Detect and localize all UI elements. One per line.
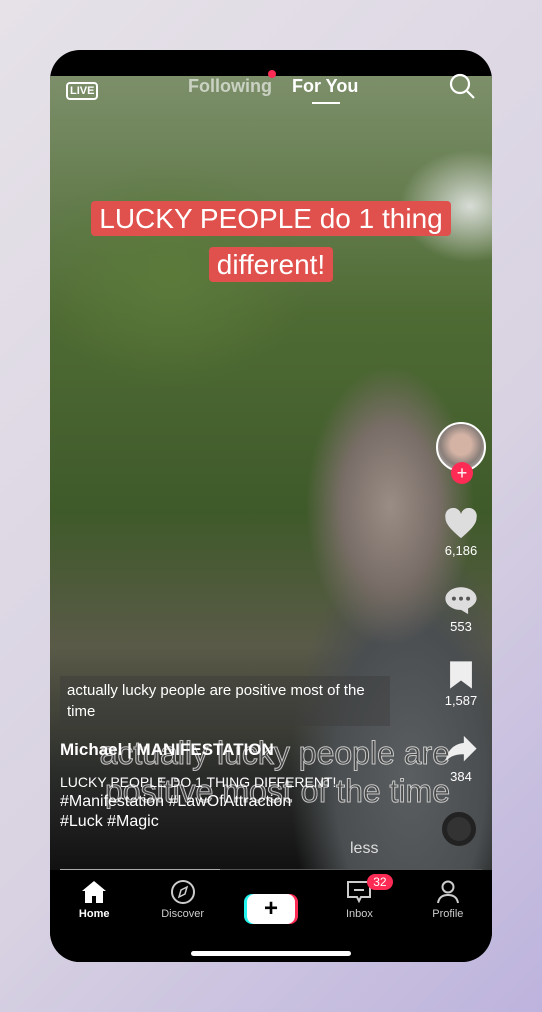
hashtags[interactable]: #Luck #Magic (60, 812, 336, 832)
create-button[interactable]: + (247, 894, 296, 924)
tab-following[interactable]: Following (188, 76, 272, 97)
follow-plus-icon[interactable]: + (451, 462, 473, 484)
compass-icon (170, 880, 195, 904)
nav-create[interactable]: + (227, 870, 315, 962)
like-button[interactable]: 6,186 (436, 507, 486, 558)
top-bar: LIVE Following For You (50, 70, 492, 116)
inbox-badge: 32 (367, 874, 393, 890)
home-indicator[interactable] (191, 951, 351, 956)
heart-icon[interactable] (444, 507, 478, 540)
hashtags[interactable]: #Manifestation #LawOfAttraction (60, 792, 336, 812)
headline-text: LUCKY PEOPLE do 1 thing different! (50, 196, 492, 288)
comment-icon[interactable] (444, 584, 478, 616)
nav-inbox[interactable]: 32 Inbox (315, 870, 403, 962)
save-count: 1,587 (444, 693, 478, 708)
profile-icon (436, 880, 459, 904)
video-description: LUCKY PEOPLE DO 1 THING DIFFERENT! #Mani… (60, 774, 337, 832)
nav-profile[interactable]: Profile (404, 870, 492, 962)
search-icon[interactable] (448, 72, 476, 100)
save-button[interactable]: 1,587 (436, 660, 486, 708)
nav-home[interactable]: Home (50, 870, 138, 962)
comment-button[interactable]: 553 (436, 584, 486, 634)
bottom-nav: Home Discover + 32 Inbox Profile (50, 870, 492, 962)
caption-box: actually lucky people are positive most … (60, 676, 390, 726)
live-button[interactable]: LIVE (66, 82, 99, 100)
active-tab-indicator (312, 102, 340, 104)
author-name[interactable]: Michael | MANIFESTATION (60, 740, 274, 760)
phone-screen: LIVE Following For You LUCKY PEOPLE do 1… (50, 50, 492, 962)
tab-for-you[interactable]: For You (292, 76, 358, 97)
nav-discover[interactable]: Discover (138, 870, 226, 962)
less-button[interactable]: less (350, 840, 378, 858)
home-icon (82, 881, 107, 903)
bookmark-icon[interactable] (447, 660, 475, 690)
like-count: 6,186 (444, 543, 478, 558)
music-disc[interactable] (442, 812, 476, 846)
creator-avatar[interactable]: + (436, 422, 486, 484)
comment-count: 553 (450, 619, 472, 634)
